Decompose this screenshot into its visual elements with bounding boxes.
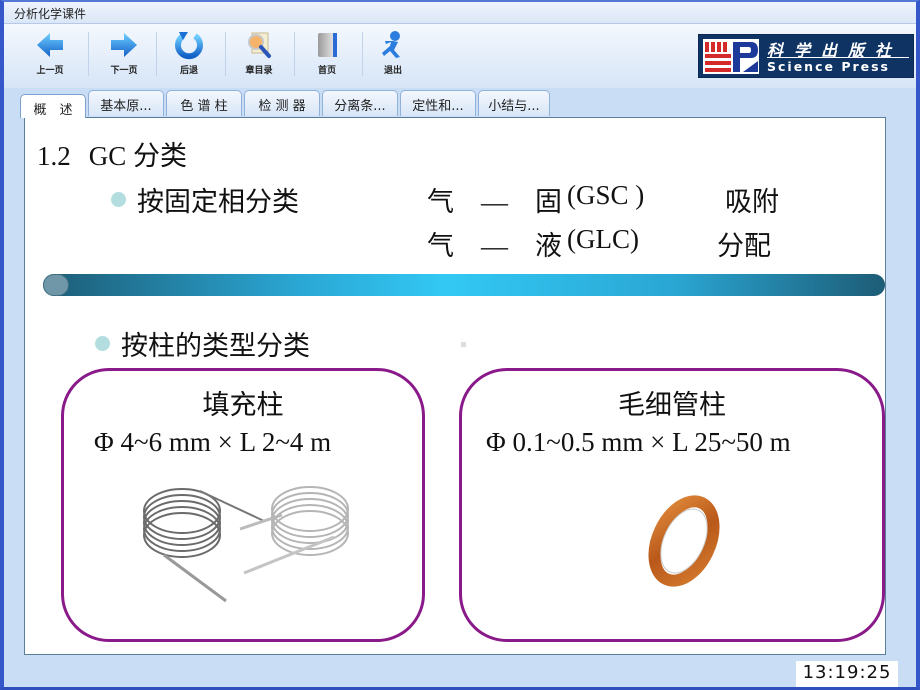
sp-logo-mark-icon — [703, 39, 759, 74]
chapter-index-button[interactable]: 章目录 — [227, 28, 291, 82]
arrow-left-icon — [37, 33, 63, 57]
heading-text: GC 分类 — [88, 141, 188, 171]
tab-summary[interactable]: 小结与... — [478, 90, 550, 116]
prev-page-button[interactable]: 上一页 — [18, 28, 82, 82]
packed-column-card: 填充柱 Φ 4~6 mm × L 2~4 m — [61, 368, 425, 642]
capillary-column-card: 毛细管柱 Φ 0.1~0.5 mm × L 25~50 m — [459, 368, 885, 642]
slide-content: 1.2 GC 分类 按固定相分类 气 — 固 (GSC ) 吸附 气 — 液 (G… — [24, 117, 886, 655]
packed-column-coil-image — [143, 486, 349, 603]
divider-knob — [43, 274, 69, 296]
exit-button[interactable]: 退出 — [361, 28, 425, 82]
logo-chinese-name: 科学出版社 — [767, 41, 903, 60]
title-bar: 分析化学课件 — [4, 2, 916, 24]
magnifier-document-icon — [248, 32, 271, 58]
app-window: 分析化学课件 上一页 下一页 后退 章目录 首页 退出 科学出版社 Scienc… — [0, 0, 920, 690]
tab-separation-conditions[interactable]: 分离条... — [322, 90, 398, 116]
toolbar-separator — [225, 32, 226, 76]
running-person-icon — [382, 31, 400, 58]
phase-type-gsc: 气 — 固 — [427, 187, 562, 217]
decorative-divider-bar — [43, 274, 885, 296]
capillary-column-ring-image — [648, 495, 720, 587]
tab-basic-principles[interactable]: 基本原... — [88, 90, 164, 116]
phase-type-glc: 气 — 液 — [427, 231, 562, 261]
phase-abbr-glc: (GLC) — [567, 224, 639, 254]
bullet-dot-icon — [111, 192, 126, 207]
logo-divider — [767, 57, 909, 58]
next-page-label: 下一页 — [110, 66, 138, 76]
bullet-text: 按柱的类型分类 — [121, 331, 310, 361]
chapter-index-label: 章目录 — [245, 66, 273, 76]
clock: 13:19:25 — [796, 661, 898, 687]
card-title: 填充柱 — [202, 390, 284, 420]
card-title: 毛细管柱 — [618, 390, 726, 420]
window-title: 分析化学课件 — [14, 7, 87, 21]
phase-mechanism-gsc: 吸附 — [725, 187, 779, 217]
phase-abbr-gsc: (GSC ) — [567, 180, 645, 210]
toolbar: 上一页 下一页 后退 章目录 首页 退出 科学出版社 Science Press — [4, 24, 916, 88]
tab-columns[interactable]: 色 谱 柱 — [166, 90, 242, 116]
science-press-logo: 科学出版社 Science Press — [698, 34, 914, 78]
book-icon — [318, 33, 337, 57]
next-page-button[interactable]: 下一页 — [92, 28, 156, 82]
back-label: 后退 — [179, 66, 198, 76]
home-button[interactable]: 首页 — [295, 28, 359, 82]
phase-mechanism-glc: 分配 — [717, 231, 771, 261]
slide-heading: 1.2 GC 分类 — [37, 134, 187, 173]
bullet-text: 按固定相分类 — [137, 187, 299, 217]
tab-overview[interactable]: 概 述 — [20, 94, 86, 118]
home-label: 首页 — [317, 66, 336, 76]
placeholder-dot — [461, 342, 466, 347]
tab-detectors[interactable]: 检 测 器 — [244, 90, 320, 116]
prev-page-label: 上一页 — [36, 66, 64, 76]
back-button[interactable]: 后退 — [157, 28, 221, 82]
logo-english-name: Science Press — [767, 59, 890, 74]
undo-icon — [175, 32, 203, 60]
exit-label: 退出 — [383, 66, 402, 76]
card-spec: Φ 0.1~0.5 mm × L 25~50 m — [486, 427, 791, 457]
tab-qualitative-quantitative[interactable]: 定性和... — [400, 90, 476, 116]
toolbar-separator — [88, 32, 89, 76]
bullet-column-type: 按柱的类型分类 — [95, 324, 310, 363]
card-spec: Φ 4~6 mm × L 2~4 m — [94, 427, 332, 457]
bullet-dot-icon — [95, 336, 110, 351]
bullet-stationary-phase: 按固定相分类 — [111, 180, 299, 219]
arrow-right-icon — [111, 33, 137, 57]
heading-number: 1.2 — [37, 141, 71, 171]
